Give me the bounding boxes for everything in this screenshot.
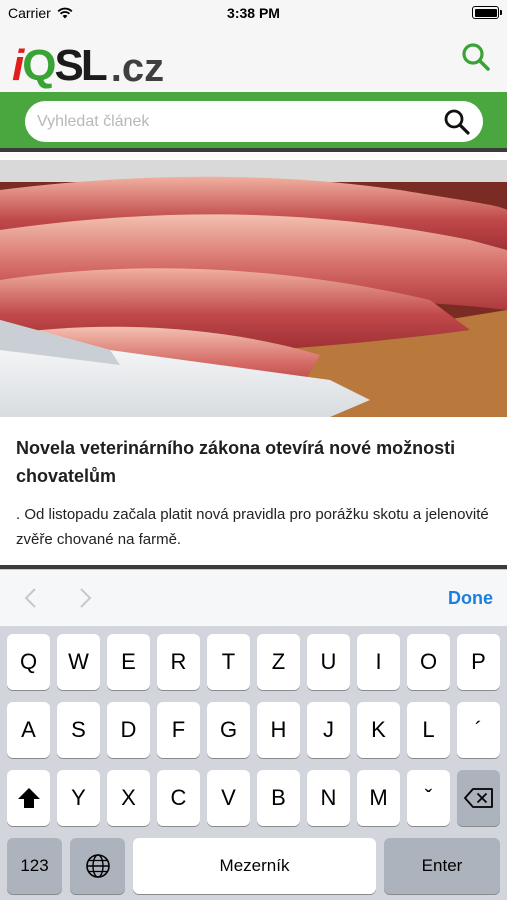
search-input[interactable] (37, 101, 437, 142)
app-header: i Q SL .cz (0, 26, 507, 92)
key-d[interactable]: D (107, 702, 150, 758)
keyboard: Q W E R T Z U I O P A S D F G H J K L ´ … (0, 626, 507, 900)
key-a[interactable]: A (7, 702, 50, 758)
shift-icon (17, 788, 40, 808)
chevron-right-icon[interactable] (70, 584, 98, 612)
key-f[interactable]: F (157, 702, 200, 758)
done-button[interactable]: Done (448, 588, 493, 609)
key-acute-accent[interactable]: ´ (457, 702, 500, 758)
key-b[interactable]: B (257, 770, 300, 826)
logo-sl: SL (54, 41, 107, 90)
logo-i: i (12, 41, 24, 90)
key-q[interactable]: Q (7, 634, 50, 690)
article-image[interactable] (0, 160, 507, 417)
key-p[interactable]: P (457, 634, 500, 690)
search-bar (0, 92, 507, 152)
globe-icon (85, 854, 110, 878)
key-h[interactable]: H (257, 702, 300, 758)
search-icon[interactable] (459, 40, 493, 74)
key-g[interactable]: G (207, 702, 250, 758)
key-k[interactable]: K (357, 702, 400, 758)
globe-key[interactable] (70, 838, 125, 894)
chevron-left-icon[interactable] (18, 584, 46, 612)
magnifier-icon[interactable] (443, 108, 471, 136)
article-card[interactable]: Novela veterinárního zákona otevírá nové… (0, 152, 507, 568)
key-o[interactable]: O (407, 634, 450, 690)
keyboard-accessory-bar: Done (0, 569, 507, 626)
search-box[interactable] (25, 101, 483, 142)
battery-icon (472, 6, 502, 19)
key-w[interactable]: W (57, 634, 100, 690)
status-bar: Carrier 3:38 PM (0, 0, 507, 26)
delete-icon (463, 788, 493, 808)
key-v[interactable]: V (207, 770, 250, 826)
article-title[interactable]: Novela veterinárního zákona otevírá nové… (16, 434, 496, 490)
key-u[interactable]: U (307, 634, 350, 690)
logo-tld: .cz (110, 46, 165, 90)
shift-key[interactable] (7, 770, 50, 826)
numbers-key[interactable]: 123 (7, 838, 62, 894)
status-time: 3:38 PM (227, 5, 280, 21)
key-z[interactable]: Z (257, 634, 300, 690)
key-i[interactable]: I (357, 634, 400, 690)
space-key[interactable]: Mezerník (133, 838, 376, 894)
delete-key[interactable] (457, 770, 500, 826)
key-y[interactable]: Y (57, 770, 100, 826)
key-j[interactable]: J (307, 702, 350, 758)
key-m[interactable]: M (357, 770, 400, 826)
key-l[interactable]: L (407, 702, 450, 758)
key-n[interactable]: N (307, 770, 350, 826)
key-s[interactable]: S (57, 702, 100, 758)
key-e[interactable]: E (107, 634, 150, 690)
logo-q: Q (22, 41, 56, 90)
key-t[interactable]: T (207, 634, 250, 690)
key-caron[interactable]: ˇ (407, 770, 450, 826)
iqsl-logo[interactable]: i Q SL .cz (12, 38, 165, 90)
enter-key[interactable]: Enter (384, 838, 500, 894)
key-r[interactable]: R (157, 634, 200, 690)
key-c[interactable]: C (157, 770, 200, 826)
article-excerpt: . Od listopadu začala platit nová pravid… (16, 506, 489, 548)
key-x[interactable]: X (107, 770, 150, 826)
